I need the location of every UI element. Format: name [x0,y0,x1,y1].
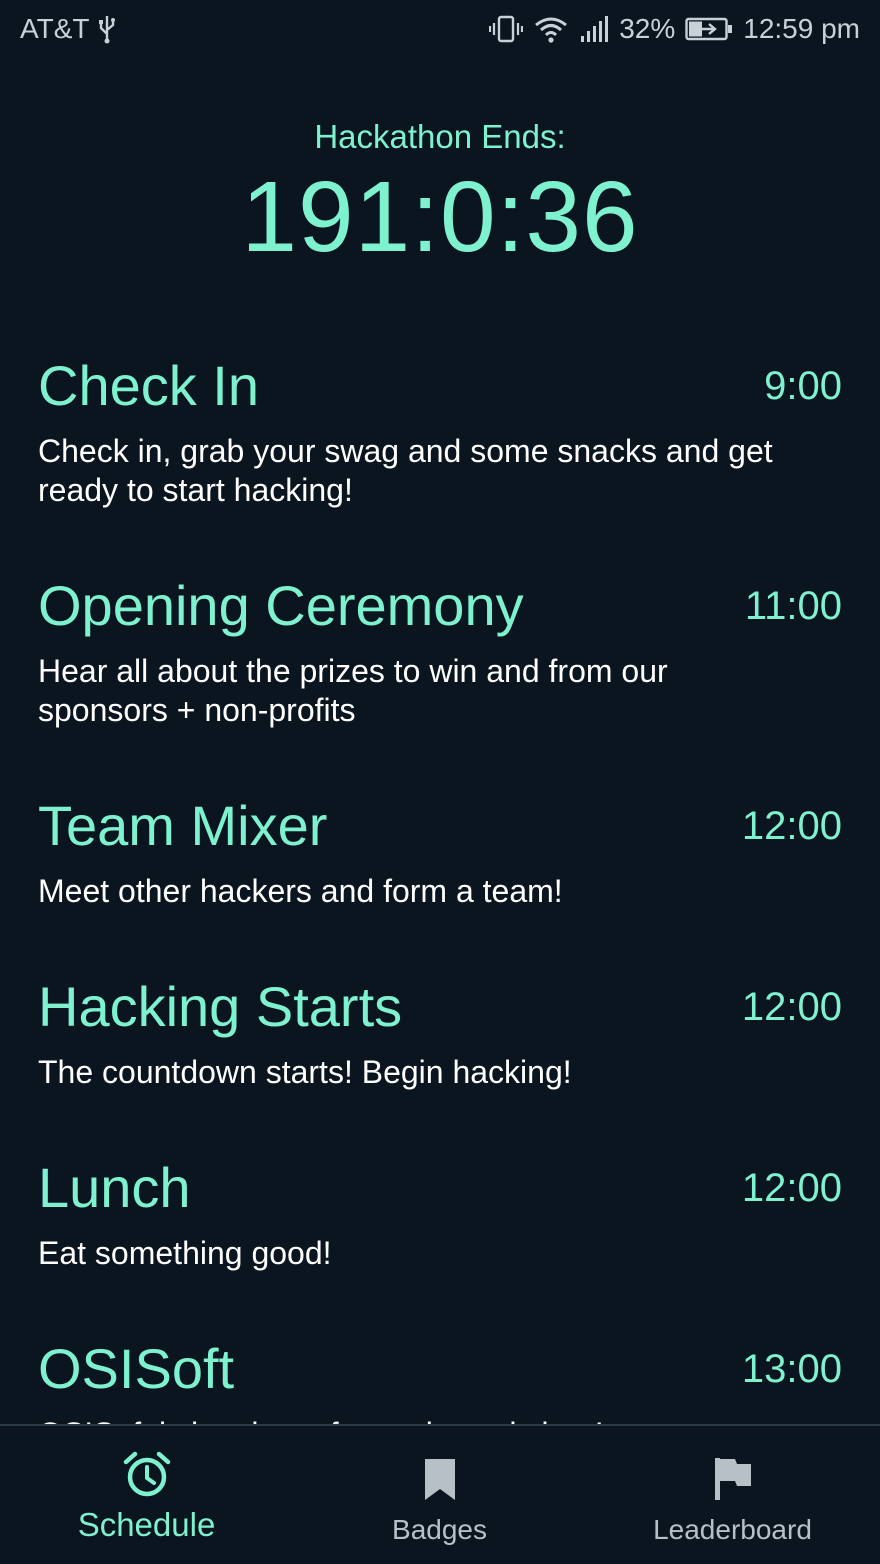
bottom-nav: Schedule Badges Leaderboard [0,1424,880,1564]
status-right: 32% 12:59 pm [489,13,860,45]
schedule-list[interactable]: Check In 9:00 Check in, grab your swag a… [0,340,880,1424]
event-time: 9:00 [764,364,842,408]
alarm-clock-icon [122,1450,172,1505]
event-time: 12:00 [741,985,842,1029]
event-title: Opening Ceremony [38,574,524,637]
event-description: OSISoft is hosting a fantastic workshop! [38,1415,828,1424]
event-title: Check In [38,354,259,417]
nav-label-leaderboard: Leaderboard [653,1514,812,1545]
wifi-icon [533,14,569,44]
nav-label-schedule: Schedule [77,1506,216,1543]
signal-icon [579,14,609,44]
carrier-name: AT&T [20,13,90,44]
flag-icon [713,1456,753,1507]
event-time: 11:00 [744,584,842,628]
vibrate-icon [489,14,524,44]
event-title: OSISoft [38,1337,235,1400]
event-time: 12:00 [741,804,842,848]
event-title: Lunch [38,1156,191,1219]
event-description: Eat something good! [38,1235,332,1271]
nav-tab-badges[interactable]: Badges [293,1426,586,1564]
event-description: The countdown starts! Begin hacking! [38,1054,572,1090]
battery-percent: 32% [619,13,676,44]
event-title: Hacking Starts [38,975,403,1038]
event-description: Check in, grab your swag and some snacks… [38,433,773,508]
status-left: AT&T [20,13,117,45]
clock-time: 12:59 pm [743,13,860,44]
nav-tab-schedule[interactable]: Schedule [0,1426,293,1564]
countdown-label: Hackathon Ends: [314,118,566,155]
event-time: 13:00 [741,1347,842,1391]
bookmark-icon [422,1456,458,1507]
event-description: Meet other hackers and form a team! [38,873,563,909]
battery-charging-icon [685,16,733,42]
nav-label-badges: Badges [392,1514,487,1545]
countdown-timer: 191:0:36 [241,161,639,273]
nav-tab-leaderboard[interactable]: Leaderboard [586,1426,879,1564]
status-bar: AT&T 32% 12:59 pm [0,0,880,62]
usb-icon [97,14,117,44]
event-time: 12:00 [741,1166,842,1210]
event-title: Team Mixer [38,794,328,857]
event-description: Hear all about the prizes to win and fro… [38,653,668,728]
